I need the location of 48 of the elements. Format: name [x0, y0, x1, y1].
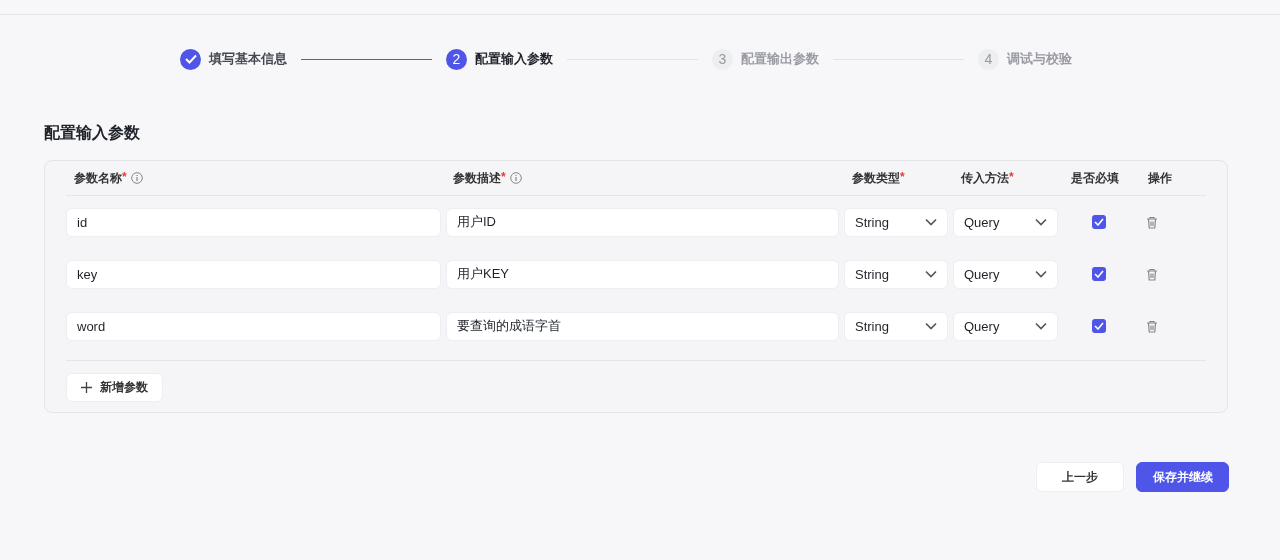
input-field[interactable]: 用户ID [446, 207, 839, 237]
input-field[interactable]: word [66, 311, 441, 341]
plus-icon [81, 382, 92, 393]
required-mark: * [122, 169, 127, 184]
step-number: 4 [978, 48, 999, 70]
info-icon[interactable] [509, 172, 522, 184]
trash-icon[interactable] [1146, 215, 1158, 229]
column-header: 参数类型 [852, 169, 900, 187]
step-label: 配置输出参数 [741, 50, 819, 68]
checkbox[interactable] [1092, 267, 1106, 281]
chevron-icon [925, 218, 937, 226]
column-header: 是否必填 [1071, 169, 1119, 187]
dropdown[interactable]: String [844, 311, 948, 341]
step-label: 配置输入参数 [475, 50, 553, 68]
chevron-icon [1035, 270, 1047, 278]
required-mark: * [1009, 169, 1014, 184]
add-parameter-button[interactable]: 新增参数 [66, 373, 163, 402]
required-mark: * [900, 169, 905, 184]
checkbox[interactable] [1092, 319, 1106, 333]
dropdown[interactable]: Query [953, 311, 1058, 341]
checkbox[interactable] [1092, 215, 1106, 229]
input-field[interactable]: id [66, 207, 441, 237]
info-icon[interactable] [130, 172, 143, 184]
dropdown[interactable]: String [844, 207, 948, 237]
trash-icon[interactable] [1146, 267, 1158, 281]
input-field[interactable]: 要查询的成语字首 [446, 311, 839, 341]
step-label: 填写基本信息 [209, 50, 287, 68]
save-continue-button[interactable]: 保存并继续 [1136, 462, 1229, 492]
dropdown[interactable]: String [844, 259, 948, 289]
chevron-icon [925, 270, 937, 278]
dropdown[interactable]: Query [953, 259, 1058, 289]
column-header: 参数名称 [74, 169, 122, 187]
previous-step-button[interactable]: 上一步 [1036, 462, 1124, 492]
dropdown[interactable]: Query [953, 207, 1058, 237]
input-field[interactable]: 用户KEY [446, 259, 839, 289]
trash-icon[interactable] [1146, 319, 1158, 333]
chevron-icon [925, 322, 937, 330]
column-header: 操作 [1148, 169, 1172, 187]
step-label: 调试与校验 [1007, 50, 1072, 68]
step-number: 3 [712, 48, 733, 70]
step-number: 2 [446, 48, 467, 70]
column-header: 传入方法 [961, 169, 1009, 187]
chevron-icon [1035, 322, 1047, 330]
chevron-icon [1035, 218, 1047, 226]
input-field[interactable]: key [66, 259, 441, 289]
column-header: 参数描述 [453, 169, 501, 187]
section-title: 配置输入参数 [44, 123, 141, 143]
required-mark: * [501, 169, 506, 184]
